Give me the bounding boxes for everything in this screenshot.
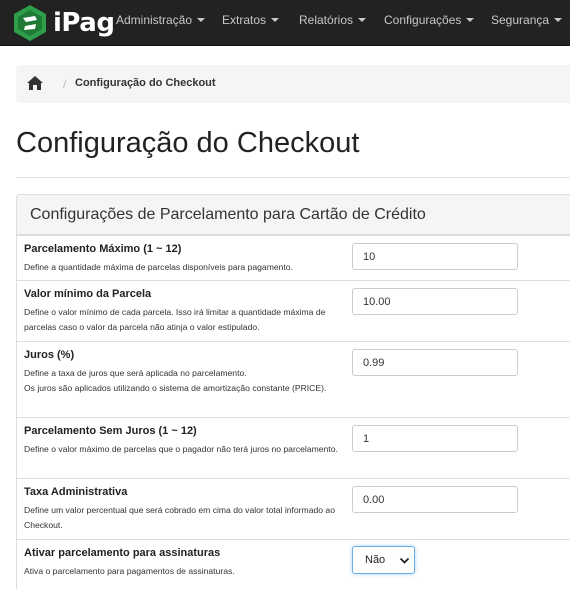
- nav-label: Relatórios: [299, 13, 354, 27]
- max-installments-input[interactable]: [352, 243, 518, 270]
- caret-down-icon: [466, 18, 475, 22]
- panel-heading: Configurações de Parcelamento para Cartã…: [17, 195, 570, 235]
- field-label: Parcelamento Máximo (1 ~ 12): [24, 243, 182, 255]
- nav-label: Administração: [116, 13, 193, 27]
- caret-down-icon: [358, 18, 367, 22]
- field-label: Valor mínimo da Parcela: [24, 288, 152, 300]
- nav-label: Configurações: [384, 13, 462, 27]
- caret-down-icon: [554, 18, 563, 22]
- breadcrumb-separator: /: [63, 77, 67, 91]
- field-description: Define um valor percentual que será cobr…: [24, 505, 335, 531]
- caret-down-icon: [197, 18, 206, 22]
- field-description-line: Define a taxa de juros que será aplicada…: [24, 368, 247, 378]
- field-label: Ativar parcelamento para assinaturas: [24, 547, 221, 559]
- field-description: Ativa o parcelamento para pagamentos de …: [24, 566, 235, 576]
- field-row-interest: Juros (%) Define a taxa de juros que ser…: [17, 341, 570, 417]
- field-label: Parcelamento Sem Juros (1 ~ 12): [24, 425, 197, 437]
- ipag-logo-icon: [14, 5, 46, 41]
- field-description: Define a taxa de juros que será aplicada…: [24, 366, 344, 396]
- breadcrumb: / Configuração do Checkout: [16, 65, 570, 103]
- home-icon[interactable]: [27, 76, 43, 90]
- brand[interactable]: iPag: [11, 4, 115, 42]
- nav-relatorios[interactable]: Relatórios: [299, 0, 367, 46]
- nav-seguranca[interactable]: Segurança: [491, 0, 563, 46]
- interest-input[interactable]: [352, 349, 518, 376]
- min-installment-value-input[interactable]: [352, 288, 518, 315]
- chevron-down-icon: [399, 557, 410, 564]
- installments-panel: Configurações de Parcelamento para Cartã…: [16, 194, 570, 589]
- title-divider: [16, 177, 570, 178]
- field-description: Define o valor mínimo de cada parcela. I…: [24, 307, 326, 333]
- field-row-max-installments: Parcelamento Máximo (1 ~ 12) Define a qu…: [17, 235, 570, 280]
- nav-extratos[interactable]: Extratos: [222, 0, 280, 46]
- brand-name: iPag: [53, 8, 115, 38]
- subscription-installments-select[interactable]: Não: [352, 546, 415, 574]
- nav-configuracoes[interactable]: Configurações: [384, 0, 475, 46]
- page-title: Configuração do Checkout: [16, 127, 360, 159]
- breadcrumb-current: Configuração do Checkout: [75, 77, 216, 89]
- nav-label: Segurança: [491, 13, 550, 27]
- nav-administracao[interactable]: Administração: [116, 0, 206, 46]
- top-navbar: iPag Administração Extratos Relatórios C…: [0, 0, 570, 46]
- field-description: Define a quantidade máxima de parcelas d…: [24, 262, 293, 272]
- field-label: Taxa Administrativa: [24, 486, 128, 498]
- field-row-interest-free-installments: Parcelamento Sem Juros (1 ~ 12) Define o…: [17, 417, 570, 478]
- field-row-admin-fee: Taxa Administrativa Define um valor perc…: [17, 478, 570, 539]
- select-value: Não: [365, 554, 386, 566]
- caret-down-icon: [271, 18, 280, 22]
- panel-title: Configurações de Parcelamento para Cartã…: [30, 206, 426, 223]
- interest-free-installments-input[interactable]: [352, 425, 518, 452]
- field-description-line: Os juros são aplicados utilizando o sist…: [24, 383, 327, 394]
- field-label: Juros (%): [24, 349, 75, 361]
- nav-label: Extratos: [222, 13, 267, 27]
- field-row-subscription-installments: Ativar parcelamento para assinaturas Ati…: [17, 539, 570, 589]
- field-row-min-installment-value: Valor mínimo da Parcela Define o valor m…: [17, 280, 570, 341]
- field-description: Define o valor máximo de parcelas que o …: [24, 444, 338, 454]
- admin-fee-input[interactable]: [352, 486, 518, 513]
